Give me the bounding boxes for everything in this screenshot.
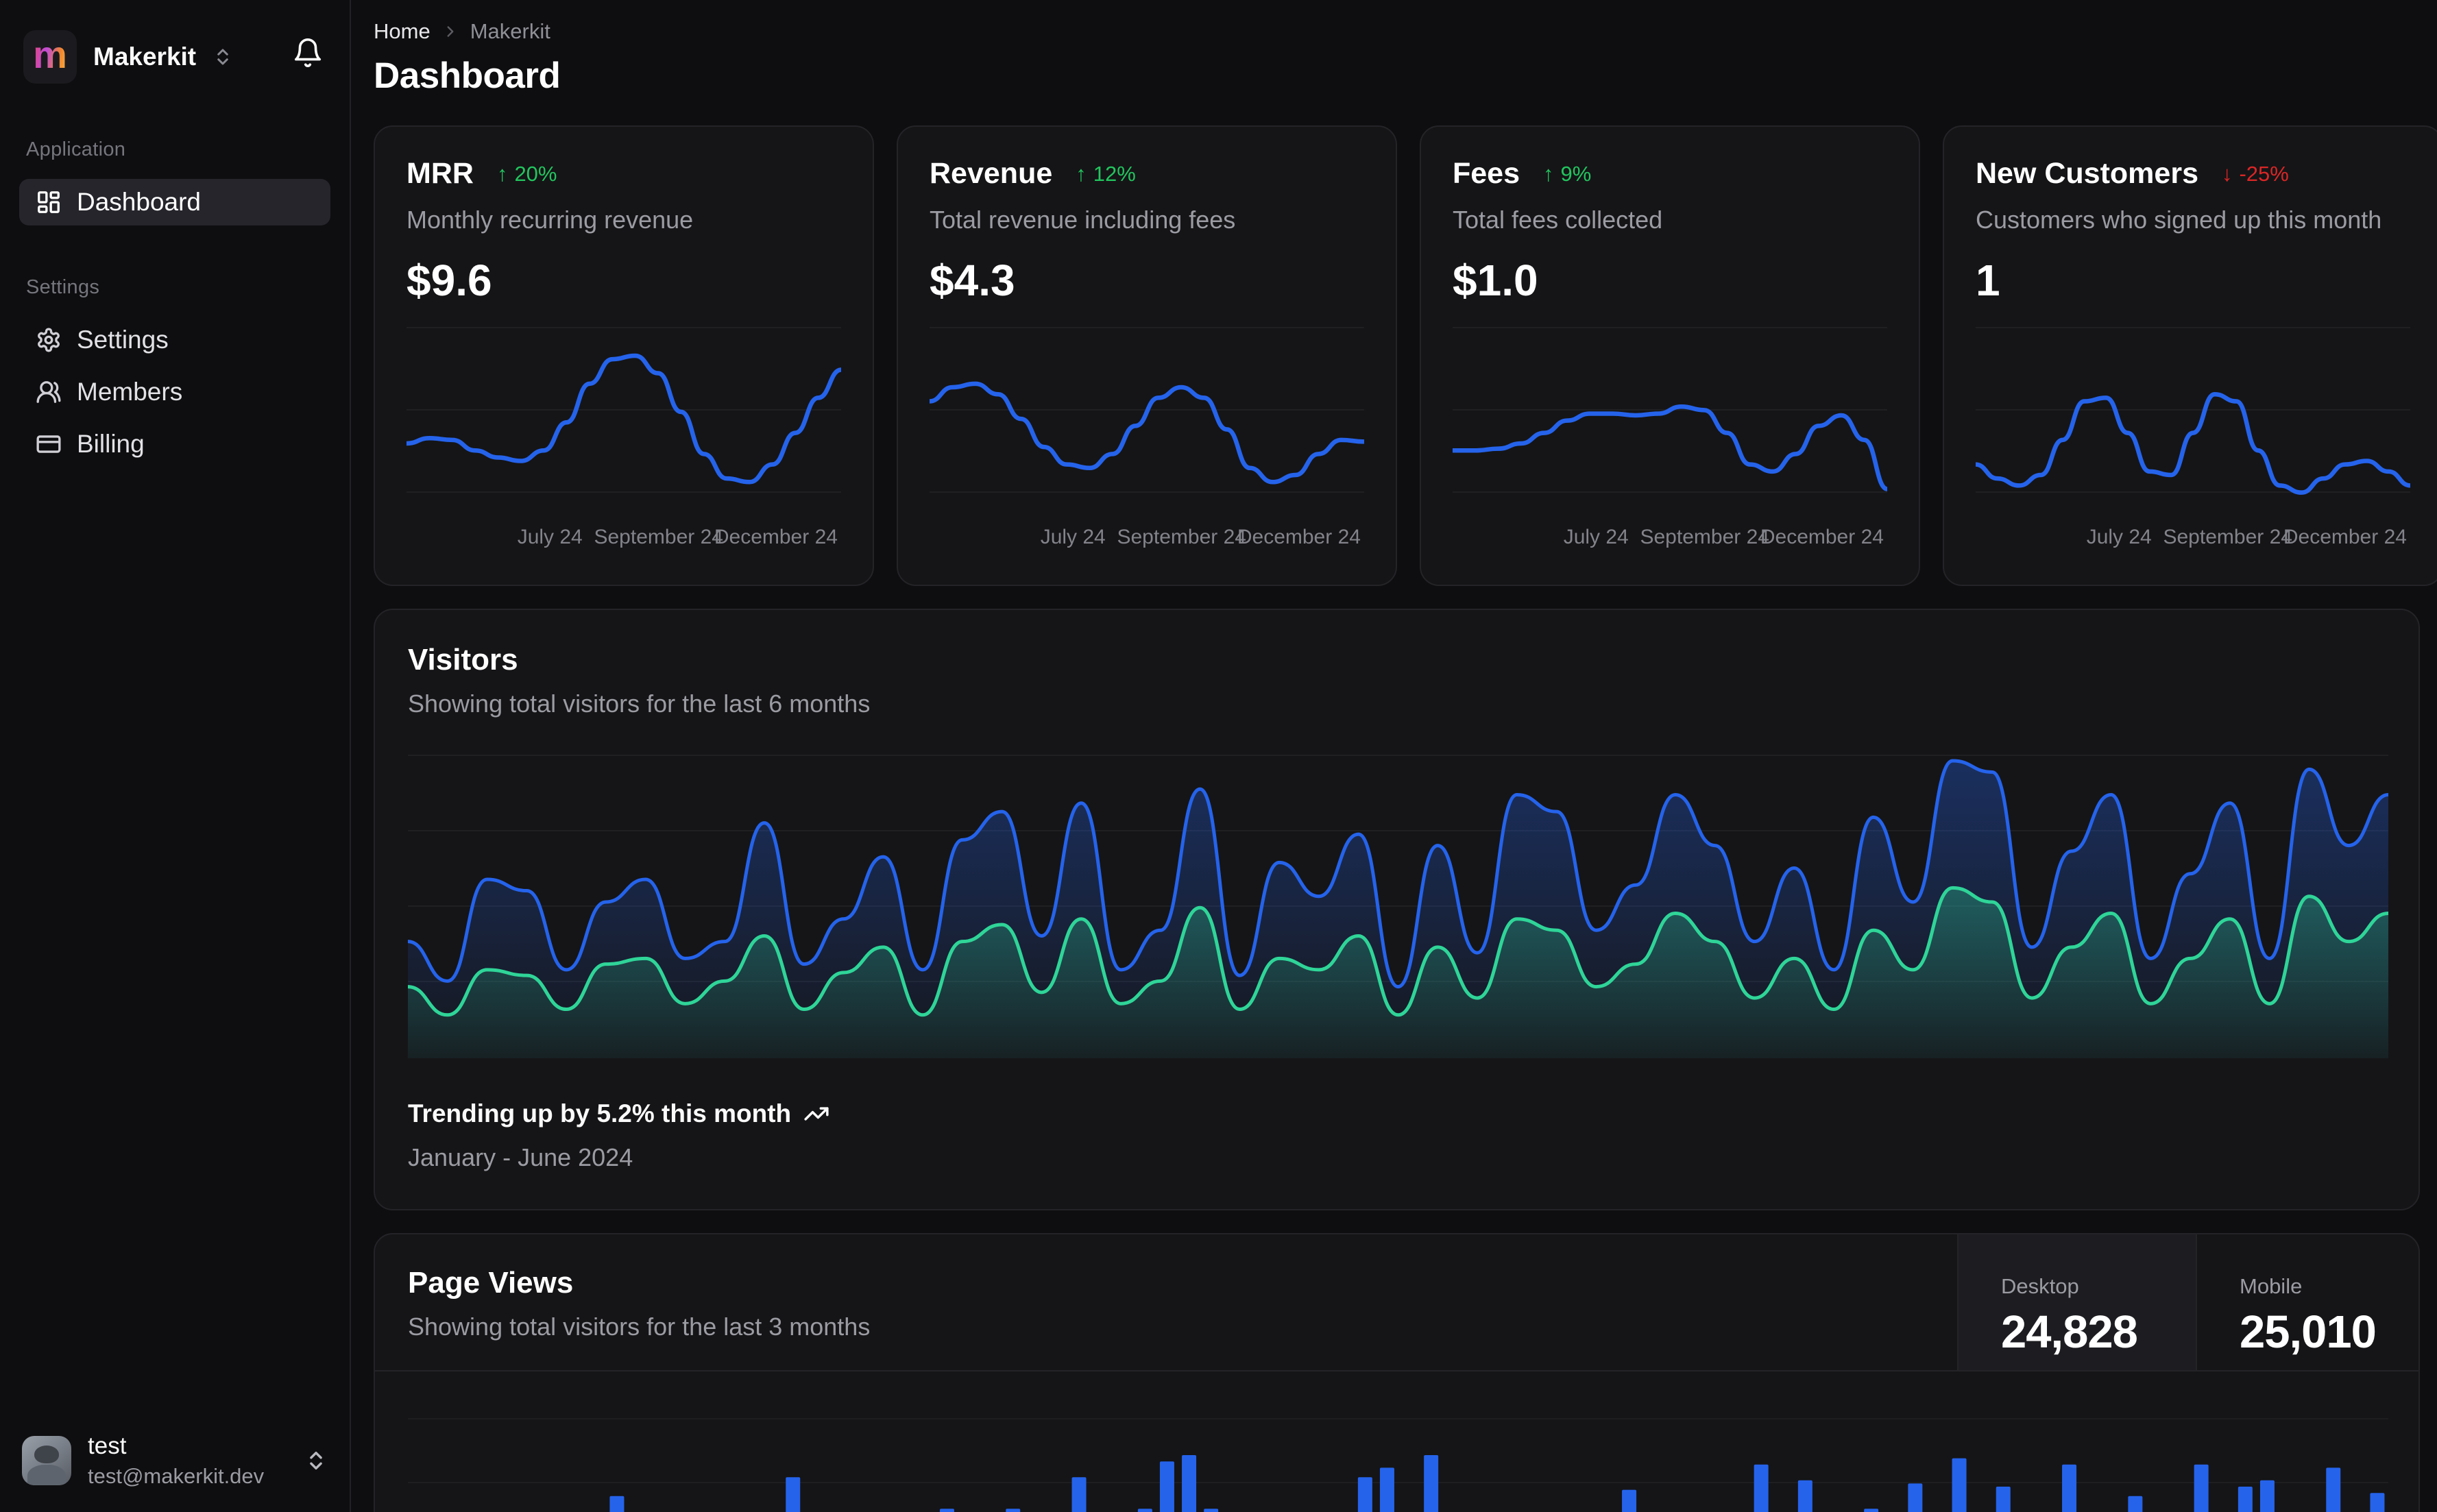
- sidebar-item-label: Billing: [77, 430, 145, 458]
- nav-group-label-application: Application: [26, 138, 126, 160]
- stat-description: Customers who signed up this month: [1976, 206, 2382, 234]
- mobile-total: 25,010: [2240, 1306, 2377, 1358]
- mrr-sparkline-chart: [404, 307, 844, 516]
- stat-value: $4.3: [930, 256, 1015, 305]
- page-views-subtitle: Showing total visitors for the last 3 mo…: [408, 1313, 871, 1341]
- sidebar-item-label: Members: [77, 378, 183, 406]
- trend-badge: ↑ 20%: [496, 161, 557, 186]
- stat-description: Total revenue including fees: [930, 206, 1236, 234]
- user-name: test: [88, 1432, 127, 1459]
- main-content: Home Makerkit Dashboard MRR ↑ 20% Monthly…: [351, 0, 2437, 1512]
- trend-badge: ↓ -25%: [2221, 161, 2289, 186]
- gear-icon: [38, 328, 60, 352]
- fees-sparkline-chart: [1450, 307, 1890, 516]
- stat-title: New Customers: [1976, 157, 2198, 190]
- visitors-area-chart: [406, 748, 2390, 1062]
- arrow-down-icon: ↓: [2221, 161, 2233, 186]
- trend-badge: ↑ 9%: [1543, 161, 1592, 186]
- stat-description: Monthly recurring revenue: [407, 206, 694, 234]
- users-icon: [36, 381, 61, 403]
- nav-group-label-settings: Settings: [26, 276, 100, 298]
- credit-card-icon: [36, 435, 61, 453]
- stat-card-fees: Fees ↑ 9% Total fees collected $1.0 July …: [1420, 125, 1920, 586]
- stat-value: 1: [1976, 256, 2000, 305]
- breadcrumb: Home Makerkit: [374, 19, 2420, 44]
- breadcrumb-current: Makerkit: [470, 19, 550, 43]
- page-views-title: Page Views: [408, 1266, 574, 1300]
- layout-dashboard-icon: [38, 191, 60, 213]
- app-logo-letter: m: [33, 33, 67, 76]
- stat-card-revenue: Revenue ↑ 12% Total revenue including fee…: [897, 125, 1397, 586]
- page-views-tabs: Desktop 24,828 Mobile 25,010: [1957, 1234, 2418, 1370]
- stat-title: Fees: [1453, 157, 1520, 190]
- sidebar-item-members[interactable]: Members: [19, 369, 330, 415]
- stat-title: MRR: [407, 157, 474, 190]
- visitors-title: Visitors: [408, 643, 518, 676]
- user-email: test@makerkit.dev: [88, 1464, 265, 1488]
- workspace-name: Makerkit: [93, 42, 197, 71]
- avatar: [22, 1436, 71, 1485]
- x-axis-labels: July 24 September 24 December 24: [517, 526, 838, 548]
- sidebar-nav: Application Dashboard Settings Settings …: [19, 138, 330, 467]
- visitors-card: Visitors Showing total visitors for the …: [374, 609, 2420, 1210]
- visitors-trend-text: Trending up by 5.2% this month: [408, 1099, 792, 1127]
- bell-icon: [294, 38, 322, 67]
- sidebar-item-billing[interactable]: Billing: [19, 421, 330, 467]
- revenue-sparkline-chart: [927, 307, 1367, 516]
- sidebar-item-dashboard[interactable]: Dashboard: [19, 179, 330, 225]
- trend-badge: ↑ 12%: [1076, 161, 1136, 186]
- page-views-bar-chart: [375, 1371, 2418, 1512]
- chevron-right-icon: [441, 23, 459, 40]
- sidebar: m Makerkit Application Dashboard Setting…: [0, 0, 351, 1512]
- user-menu[interactable]: test test@makerkit.dev: [16, 1427, 333, 1494]
- sidebar-item-label: Settings: [77, 326, 169, 354]
- chevrons-up-down-icon: [310, 1451, 322, 1470]
- notifications-button[interactable]: [292, 37, 324, 69]
- workspace-switcher[interactable]: m Makerkit: [19, 25, 330, 89]
- tab-mobile[interactable]: Mobile 25,010: [2196, 1234, 2418, 1370]
- x-axis-labels: July 24 September 24 December 24: [1563, 526, 1884, 548]
- chevrons-up-down-icon: [217, 49, 228, 65]
- visitors-date-range: January - June 2024: [408, 1143, 633, 1171]
- stat-cards-row: MRR ↑ 20% Monthly recurring revenue $9.6 …: [374, 125, 2437, 586]
- arrow-up-icon: ↑: [1543, 161, 1554, 186]
- tab-desktop[interactable]: Desktop 24,828: [1957, 1234, 2196, 1370]
- breadcrumb-home-link[interactable]: Home: [374, 19, 431, 44]
- sidebar-item-label: Dashboard: [77, 188, 202, 216]
- app-logo: m: [23, 30, 77, 84]
- stat-card-mrr: MRR ↑ 20% Monthly recurring revenue $9.6 …: [374, 125, 874, 586]
- stat-description: Total fees collected: [1453, 206, 1663, 234]
- trending-up-icon: [804, 1107, 829, 1121]
- stat-title: Revenue: [930, 157, 1053, 190]
- x-axis-labels: July 24 September 24 December 24: [1040, 526, 1361, 548]
- arrow-up-icon: ↑: [1076, 161, 1087, 186]
- page-title: Dashboard: [374, 56, 561, 96]
- stat-card-new-customers: New Customers ↓ -25% Customers who signed…: [1943, 125, 2437, 586]
- arrow-up-icon: ↑: [496, 161, 508, 186]
- sidebar-item-settings[interactable]: Settings: [19, 317, 330, 363]
- stat-value: $1.0: [1453, 256, 1538, 305]
- desktop-total: 24,828: [2001, 1306, 2138, 1358]
- page-views-card: Page Views Showing total visitors for th…: [374, 1233, 2420, 1512]
- new-customers-sparkline-chart: [1973, 307, 2413, 516]
- x-axis-labels: July 24 September 24 December 24: [2086, 526, 2407, 548]
- visitors-subtitle: Showing total visitors for the last 6 mo…: [408, 690, 871, 718]
- stat-value: $9.6: [407, 256, 492, 305]
